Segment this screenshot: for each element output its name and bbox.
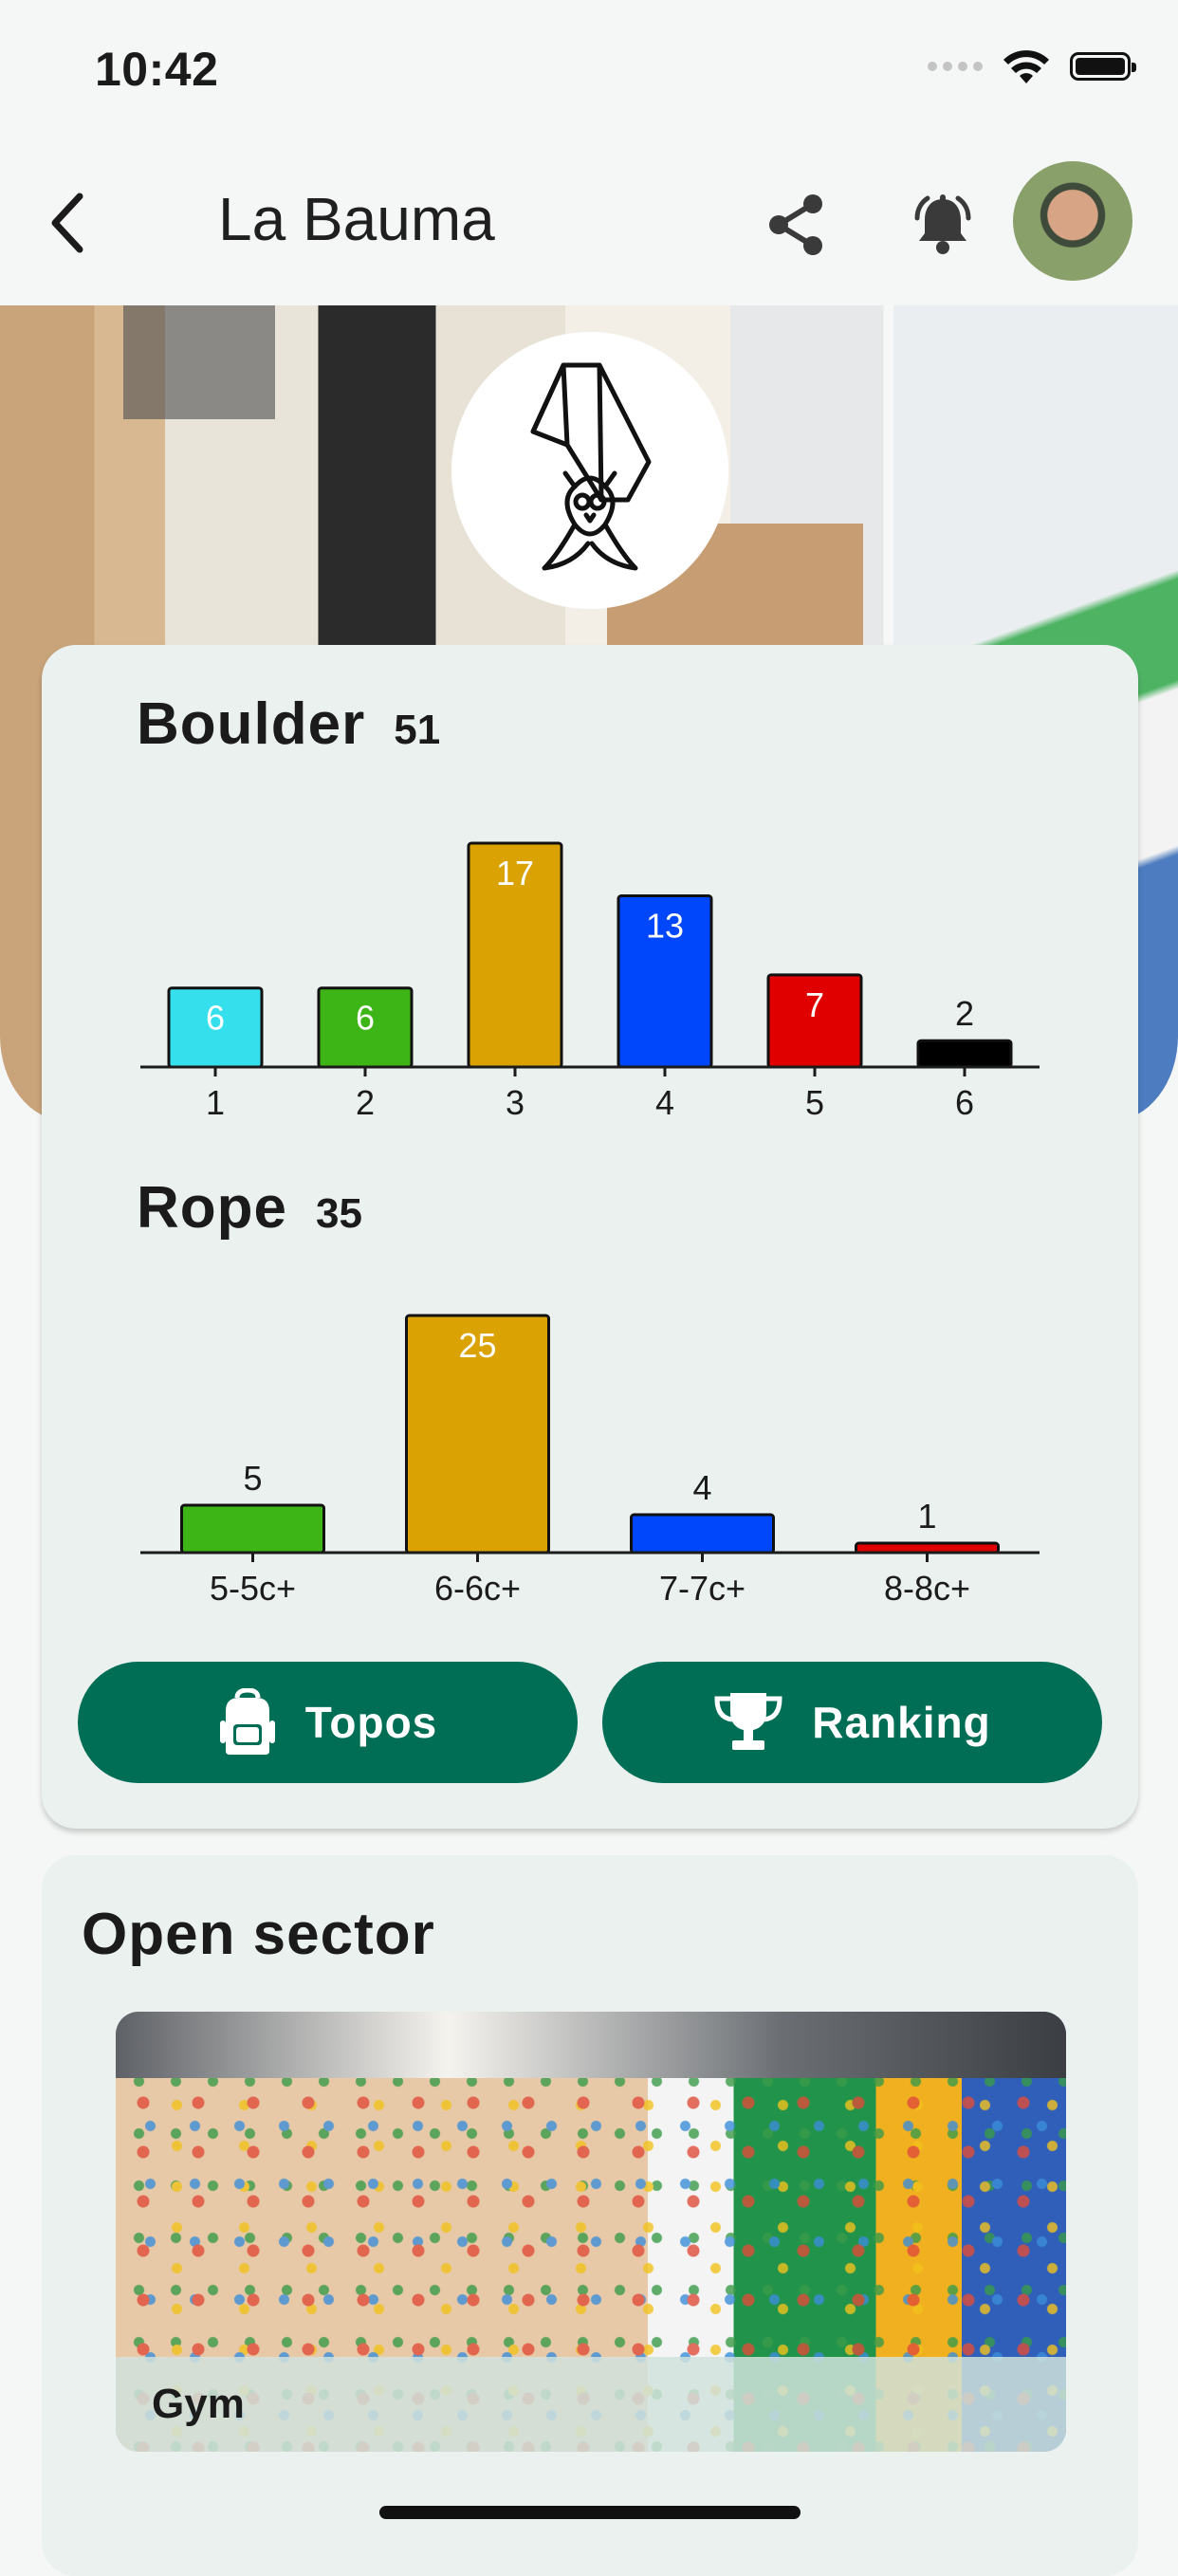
action-buttons: Topos Ranking xyxy=(78,1662,1102,1783)
page-title: La Bauma xyxy=(218,185,495,253)
rope-title: Rope xyxy=(137,1175,287,1241)
trophy-icon xyxy=(714,1693,782,1750)
chart-bar xyxy=(180,1503,325,1555)
bat-logo-icon xyxy=(530,362,652,571)
bar-value-label: 13 xyxy=(646,907,684,946)
route-stats-card: Boulder 51 6 1 6 2 17 3 13 4 7 5 2 6 Rope 35 5 5-5c+… xyxy=(42,645,1138,1829)
rope-grade-chart: 5 5-5c+ 25 6-6c+ 4 7-7c+ 1 8-8c+ xyxy=(140,1314,1040,1605)
avatar[interactable] xyxy=(1013,161,1132,281)
boulder-header: Boulder 51 xyxy=(137,690,440,758)
bar-value-label: 4 xyxy=(692,1468,711,1507)
chevron-left-icon xyxy=(51,193,83,253)
x-tick-label: 6 xyxy=(955,1083,974,1119)
status-bar: 10:42 xyxy=(0,0,1178,142)
boulder-title: Boulder xyxy=(137,691,366,757)
bar-value-label: 6 xyxy=(356,999,375,1038)
back-button[interactable] xyxy=(36,185,97,261)
ranking-button-label: Ranking xyxy=(812,1698,991,1747)
x-tick-label: 2 xyxy=(356,1083,375,1119)
battery-icon xyxy=(1070,52,1136,81)
gym-logo xyxy=(451,332,728,609)
x-tick-label: 7-7c+ xyxy=(659,1569,745,1605)
bar-value-label: 17 xyxy=(496,854,534,892)
wifi-icon xyxy=(1003,50,1049,83)
home-indicator xyxy=(379,2506,801,2519)
chart-bar xyxy=(916,1039,1013,1069)
chart-bar xyxy=(630,1513,775,1555)
x-tick-label: 5-5c+ xyxy=(210,1569,296,1605)
cellular-signal-icon xyxy=(928,62,983,71)
bar-value-label: 6 xyxy=(206,999,225,1038)
rope-count: 35 xyxy=(316,1190,362,1237)
share-icon xyxy=(769,194,822,255)
x-tick-label: 8-8c+ xyxy=(884,1569,970,1605)
status-icons xyxy=(928,47,1136,85)
backpack-icon xyxy=(219,1688,275,1755)
x-tick-label: 3 xyxy=(506,1083,525,1119)
bar-value-label: 7 xyxy=(805,985,824,1024)
rope-header: Rope 35 xyxy=(137,1174,362,1242)
open-sector-card: Open sector Gym xyxy=(42,1855,1138,2576)
x-tick-label: 5 xyxy=(805,1083,824,1119)
bar-value-label: 2 xyxy=(955,994,974,1033)
app-bar: La Bauma xyxy=(0,142,1178,305)
topos-button-label: Topos xyxy=(304,1698,438,1747)
bar-value-label: 25 xyxy=(458,1326,496,1365)
sector-item-label: Gym xyxy=(116,2357,1066,2452)
topos-button[interactable]: Topos xyxy=(78,1662,578,1783)
boulder-count: 51 xyxy=(394,707,441,753)
x-tick-label: 6-6c+ xyxy=(434,1569,521,1605)
sector-item[interactable]: Gym xyxy=(116,2012,1066,2452)
boulder-grade-chart: 6 1 6 2 17 3 13 4 7 5 2 6 xyxy=(140,841,1040,1119)
ranking-button[interactable]: Ranking xyxy=(602,1662,1102,1783)
x-tick-label: 1 xyxy=(206,1083,225,1119)
open-sector-title: Open sector xyxy=(82,1902,435,1967)
bar-value-label: 5 xyxy=(243,1459,262,1498)
notifications-button[interactable] xyxy=(906,188,980,262)
share-button[interactable] xyxy=(759,188,833,262)
bell-ringing-icon xyxy=(914,194,971,254)
status-time: 10:42 xyxy=(95,43,219,96)
x-tick-label: 4 xyxy=(655,1083,674,1119)
bar-value-label: 1 xyxy=(917,1497,936,1536)
